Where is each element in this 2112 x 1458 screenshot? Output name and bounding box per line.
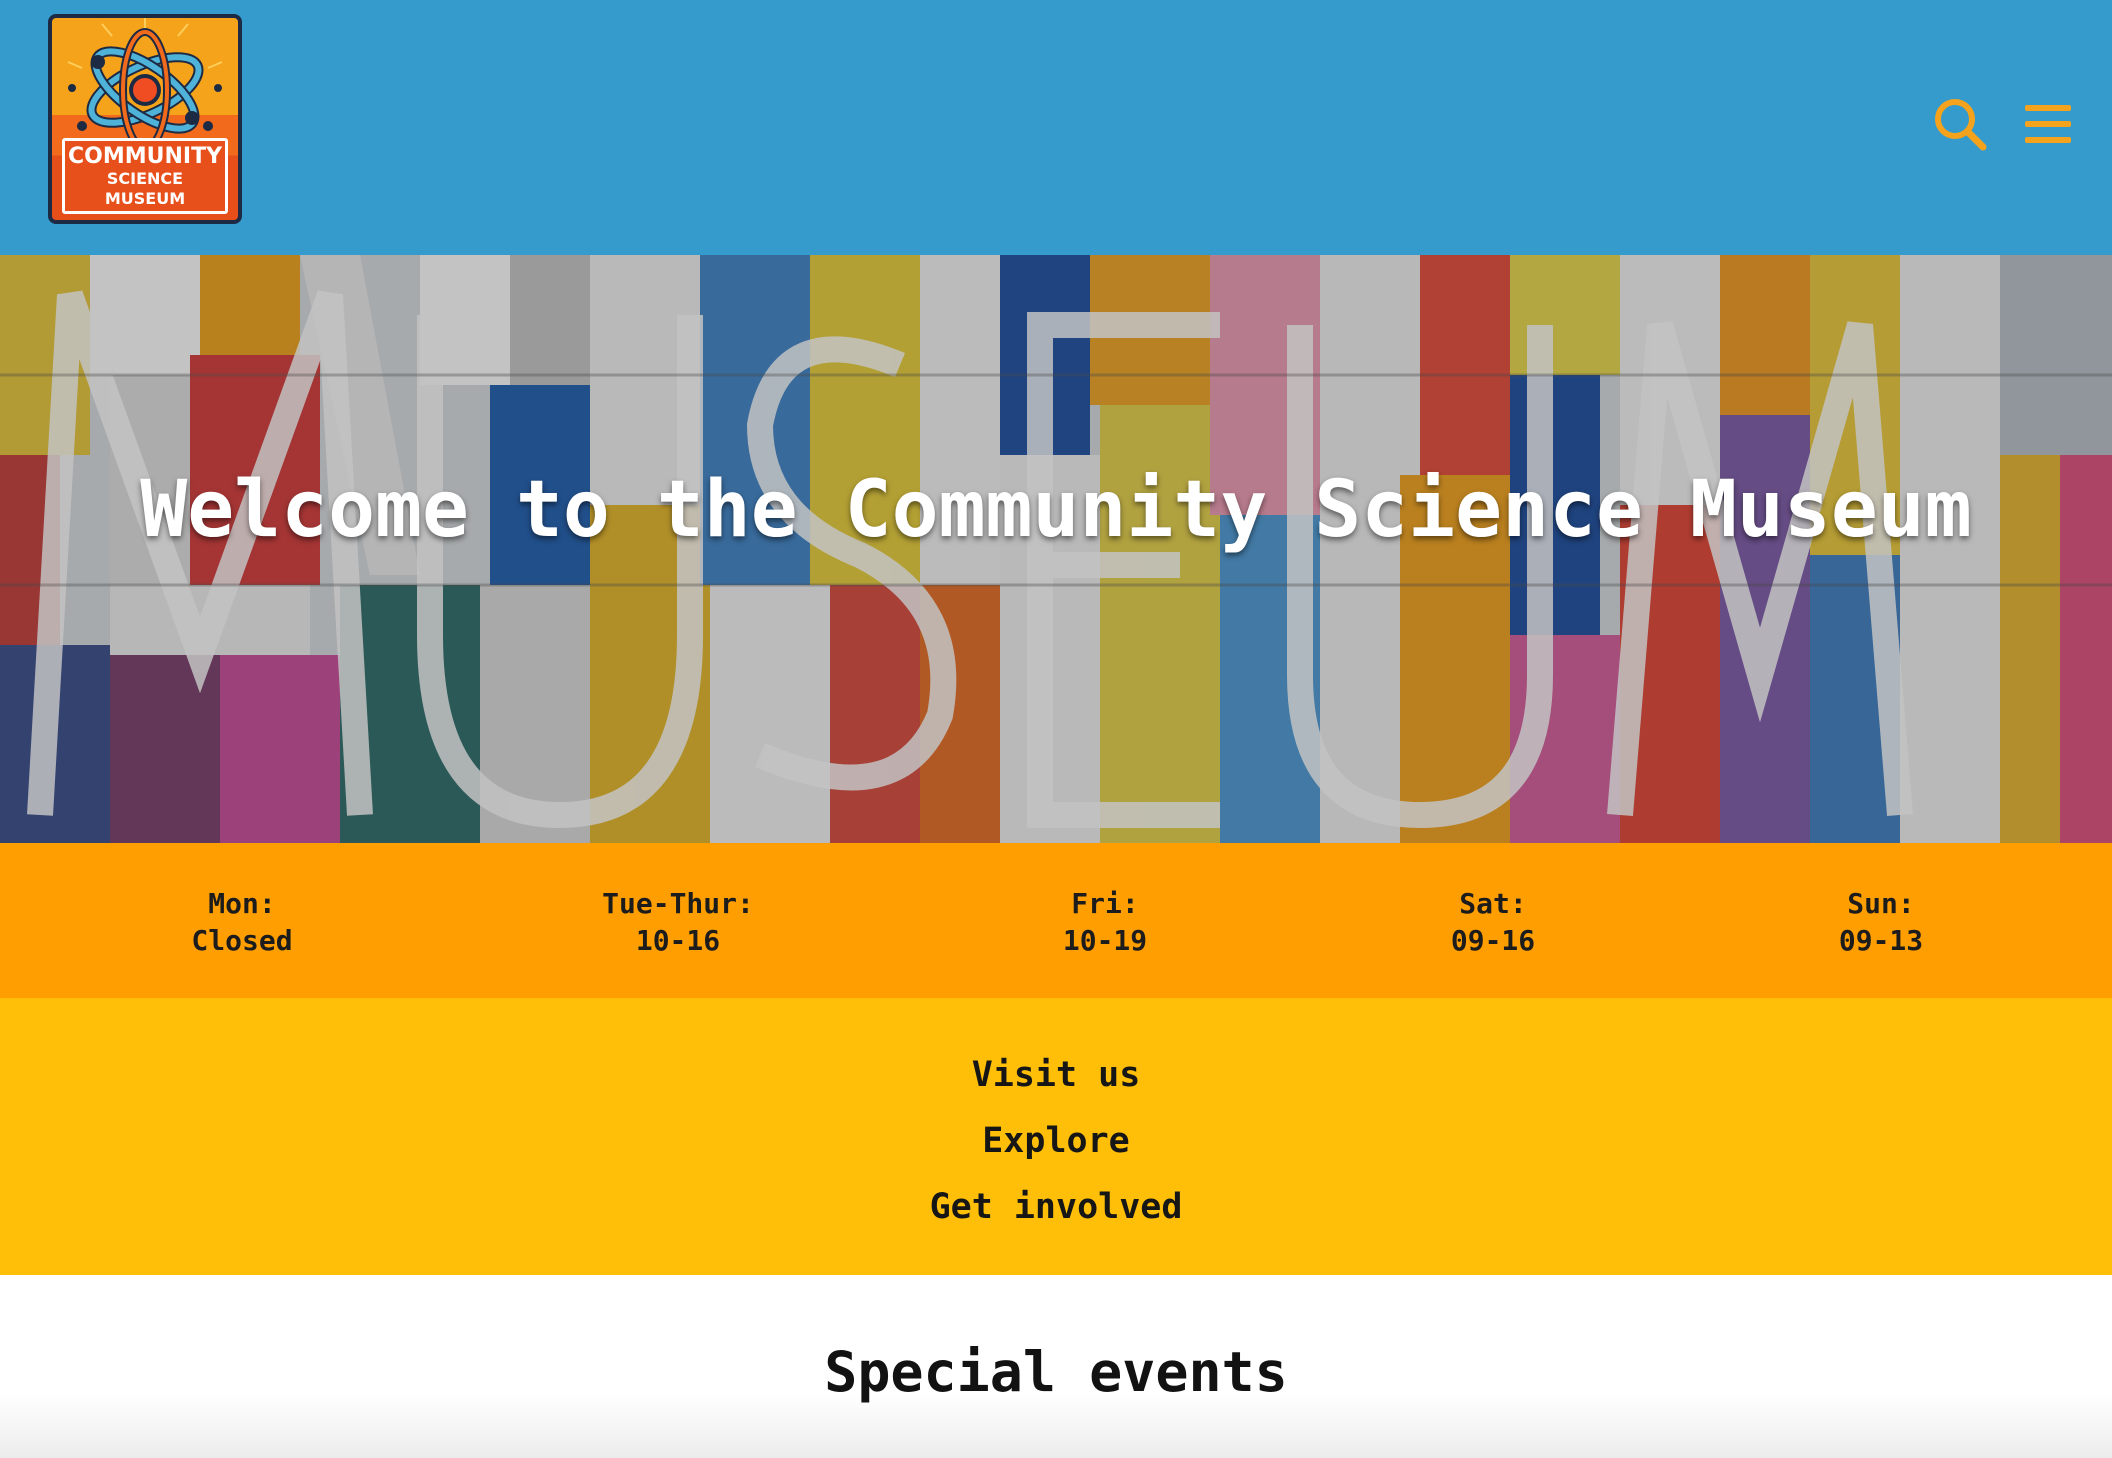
hours-time: 09-13	[1838, 924, 1924, 957]
search-button[interactable]	[1932, 96, 1988, 152]
hours-friday: Fri: 10-19	[1063, 885, 1147, 959]
menu-button[interactable]	[2020, 96, 2076, 152]
hours-day: Fri:	[1071, 887, 1139, 920]
hours-time: 09-16	[1450, 924, 1536, 957]
hours-saturday: Sat: 09-16	[1451, 885, 1535, 959]
logo-wordmark: COMMUNITY SCIENCE MUSEUM	[62, 138, 228, 214]
hours-tue-thur: Tue-Thur: 10-16	[602, 885, 754, 959]
special-events-heading: Special events	[824, 1340, 1288, 1404]
hours-day: Sat:	[1459, 887, 1527, 920]
logo-line-1: COMMUNITY	[67, 144, 223, 169]
hours-time: 10-19	[1062, 924, 1148, 957]
opening-hours-bar: Mon: Closed Tue-Thur: 10-16 Fri: 10-19 S…	[0, 843, 2112, 998]
hours-day: Sun:	[1847, 887, 1915, 920]
hours-time: Closed	[191, 924, 293, 957]
hamburger-menu-icon	[2025, 105, 2071, 143]
header-actions	[1932, 96, 2076, 152]
special-events-section: Special events	[0, 1275, 2112, 1458]
nav-link-explore[interactable]: Explore	[0, 1108, 2112, 1174]
hero-banner: Welcome to the Community Science Museum	[0, 255, 2112, 843]
nav-link-get-involved[interactable]: Get involved	[0, 1174, 2112, 1240]
site-header: COMMUNITY SCIENCE MUSEUM	[0, 0, 2112, 255]
museum-logo[interactable]: COMMUNITY SCIENCE MUSEUM	[48, 14, 242, 224]
hours-sunday: Sun: 09-13	[1839, 885, 1923, 959]
hero-title: Welcome to the Community Science Museum	[140, 465, 1972, 555]
logo-line-2: SCIENCE MUSEUM	[104, 169, 186, 208]
hours-day: Tue-Thur:	[602, 887, 754, 920]
hours-time: 10-16	[635, 924, 721, 957]
search-icon	[1935, 99, 1987, 151]
main-navigation: Visit us Explore Get involved	[0, 998, 2112, 1275]
nav-link-visit-us[interactable]: Visit us	[0, 1042, 2112, 1108]
hours-day: Mon:	[208, 887, 276, 920]
hours-monday: Mon: Closed	[191, 885, 292, 959]
